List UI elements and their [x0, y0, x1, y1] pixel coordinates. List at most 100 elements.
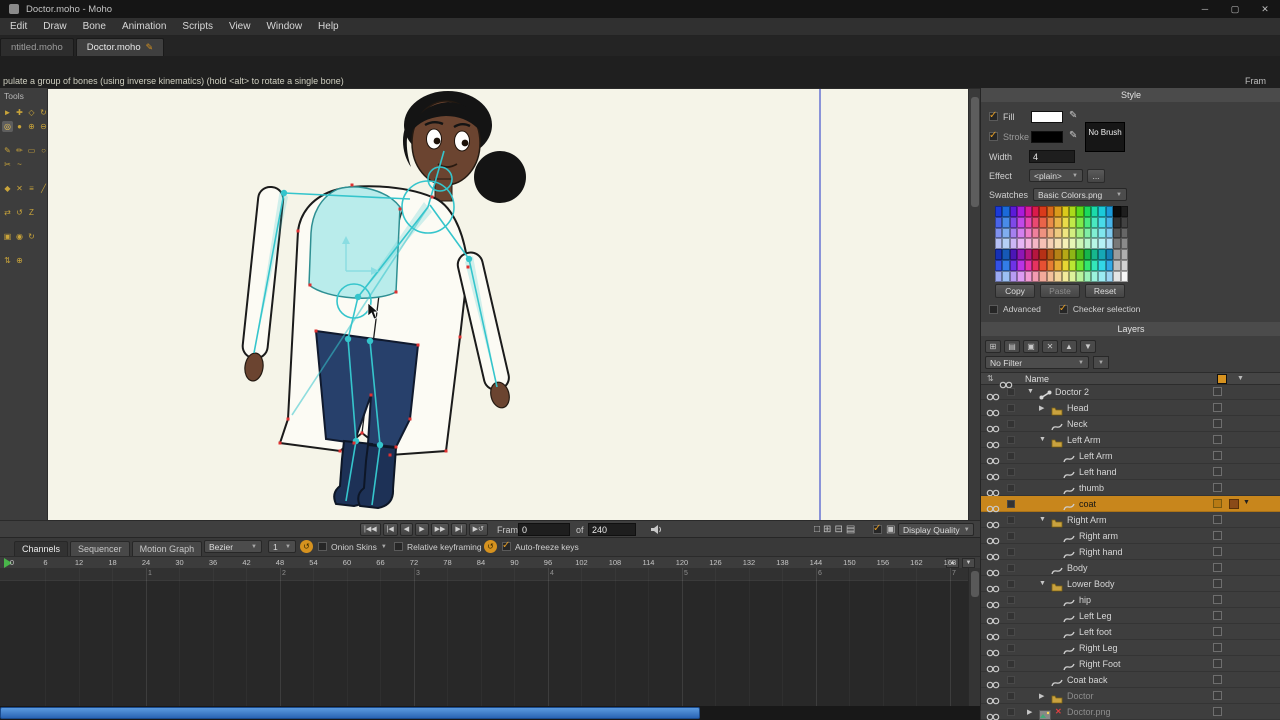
layer-channel-checkbox[interactable]: [1213, 707, 1222, 716]
draw-rectangle-tool[interactable]: ▭: [26, 145, 37, 156]
menu-bone[interactable]: Bone: [75, 18, 114, 36]
translate-bone-tool[interactable]: ✚: [14, 107, 25, 118]
scale-bone-tool[interactable]: ◇: [26, 107, 37, 118]
delete-shape-tool[interactable]: ✕: [14, 183, 25, 194]
current-frame-input[interactable]: [518, 523, 570, 536]
layer-extra-toggle[interactable]: [1007, 404, 1015, 412]
camera-view-icon[interactable]: ▣: [886, 523, 895, 536]
keyframing-mode-icon[interactable]: ↺: [484, 540, 497, 553]
select-bone-tool[interactable]: ►: [2, 107, 13, 118]
delete-edge-tool[interactable]: ✂: [2, 159, 13, 170]
layer-extra-toggle[interactable]: [1007, 692, 1015, 700]
layer-row[interactable]: Coat back: [981, 672, 1280, 689]
layer-row[interactable]: hip: [981, 592, 1280, 609]
roll-camera-tool[interactable]: ↻: [26, 231, 37, 242]
curvature-tool[interactable]: ~: [14, 159, 25, 170]
layer-row[interactable]: thumb: [981, 480, 1280, 497]
layer-extra-toggle[interactable]: [1007, 564, 1015, 572]
menu-window[interactable]: Window: [258, 18, 310, 36]
layer-expander[interactable]: ▶: [1027, 708, 1032, 716]
transform-layer-tool[interactable]: ⇄: [2, 207, 13, 218]
bone-strength-tool[interactable]: ●: [14, 121, 25, 132]
layer-channel-checkbox[interactable]: [1213, 691, 1222, 700]
layer-row[interactable]: ▼ Left Arm: [981, 432, 1280, 449]
menu-animation[interactable]: Animation: [114, 18, 174, 36]
minimize-button[interactable]: ─: [1190, 0, 1220, 18]
layer-row[interactable]: Left Leg: [981, 608, 1280, 625]
layer-row[interactable]: Right arm: [981, 528, 1280, 545]
onion-skins-control[interactable]: Onion Skins ▼: [318, 540, 387, 553]
layer-row[interactable]: ▶ Head: [981, 400, 1280, 417]
jump-start-button[interactable]: |◀◀: [360, 523, 381, 536]
menu-draw[interactable]: Draw: [35, 18, 74, 36]
zoom-workspace-tool[interactable]: ⊕: [14, 255, 25, 266]
layer-extra-toggle[interactable]: [1007, 628, 1015, 636]
layer-row[interactable]: Left foot: [981, 624, 1280, 641]
loop-button[interactable]: ▶↺: [468, 523, 488, 536]
timeline-horizontal-thumb[interactable]: [0, 707, 700, 719]
menu-view[interactable]: View: [221, 18, 259, 36]
end-frame-input[interactable]: [588, 523, 636, 536]
layer-extra-toggle[interactable]: [1007, 676, 1015, 684]
timeline-body[interactable]: 1 2 3 4 5 6 7: [0, 568, 980, 706]
timeline-ruler[interactable]: ▲ ▼ 0 6 12 18 24 30 36 42 48 54 60 66 72 78 84 90 96 102 1…: [0, 556, 980, 568]
view-mode-icon-3[interactable]: ⊟: [834, 523, 842, 536]
layer-channel-checkbox[interactable]: [1213, 499, 1222, 508]
layer-channel-checkbox[interactable]: [1213, 515, 1222, 524]
layer-channel-checkbox[interactable]: [1213, 531, 1222, 540]
layer-extra-toggle[interactable]: [1007, 484, 1015, 492]
layer-channel-checkbox[interactable]: [1213, 435, 1222, 444]
document-tab[interactable]: ntitled.moho: [0, 38, 74, 56]
layer-channel-checkbox[interactable]: [1213, 547, 1222, 556]
view-option-checkbox[interactable]: [873, 523, 882, 534]
layer-channel-checkbox[interactable]: [1213, 595, 1222, 604]
auto-freeze-control[interactable]: Auto-freeze keys: [502, 540, 579, 553]
layer-row[interactable]: ▼ Right Arm: [981, 512, 1280, 529]
paint-bucket-tool[interactable]: ◆: [2, 183, 13, 194]
fast-forward-button[interactable]: ▶▶: [430, 523, 450, 536]
layer-extra-toggle[interactable]: [1007, 612, 1015, 620]
step-forward-button[interactable]: ▶|: [451, 523, 467, 536]
layer-expander[interactable]: ▼: [1039, 436, 1046, 443]
layer-extra-toggle[interactable]: [1007, 500, 1015, 508]
layer-row[interactable]: Neck: [981, 416, 1280, 433]
pan-workspace-tool[interactable]: ⇅: [2, 255, 13, 266]
layer-channel-checkbox[interactable]: [1213, 627, 1222, 636]
add-bone-tool[interactable]: ⊕: [26, 121, 37, 132]
relative-keyframing-checkbox[interactable]: [394, 542, 403, 551]
layer-extra-toggle[interactable]: [1007, 660, 1015, 668]
layer-channel-checkbox[interactable]: [1213, 675, 1222, 684]
timeline-zoom-out-button[interactable]: ▼: [962, 558, 975, 568]
layer-expander[interactable]: ▶: [1039, 692, 1044, 700]
layer-extra-toggle[interactable]: [1007, 420, 1015, 428]
layer-row[interactable]: Right hand: [981, 544, 1280, 561]
document-tab[interactable]: Doctor.moho ✎: [75, 38, 165, 56]
layer-channel-checkbox[interactable]: [1213, 643, 1222, 652]
audio-icon[interactable]: [650, 524, 663, 535]
step-back-button[interactable]: |◀: [382, 523, 398, 536]
layer-channel-checkbox[interactable]: [1213, 467, 1222, 476]
view-mode-icon-2[interactable]: ⊞: [823, 523, 831, 536]
relative-keyframing-control[interactable]: Relative keyframing: [394, 540, 482, 553]
layer-expander[interactable]: ▶: [1039, 404, 1044, 412]
layer-channel-checkbox[interactable]: [1213, 419, 1222, 428]
layer-row[interactable]: Body: [981, 560, 1280, 577]
menu-edit[interactable]: Edit: [2, 18, 35, 36]
layer-extra-toggle[interactable]: [1007, 644, 1015, 652]
layer-extra-toggle[interactable]: [1007, 596, 1015, 604]
interpolation-dropdown[interactable]: Bezier: [204, 540, 262, 553]
cycle-toggle-icon[interactable]: ↺: [300, 540, 313, 553]
timeline-scroll-thumb[interactable]: [971, 571, 979, 597]
layer-channel-checkbox[interactable]: [1213, 483, 1222, 492]
layer-extra-toggle[interactable]: [1007, 516, 1015, 524]
draw-blob-tool[interactable]: ✏: [14, 145, 25, 156]
layer-extra-toggle[interactable]: [1007, 532, 1015, 540]
track-camera-tool[interactable]: ▣: [2, 231, 13, 242]
layer-extra-toggle[interactable]: [1007, 452, 1015, 460]
layer-channel-checkbox[interactable]: [1213, 611, 1222, 620]
manipulate-bones-tool[interactable]: ◎: [2, 121, 13, 132]
layer-row[interactable]: ▶ ✕ Doctor.png: [981, 704, 1280, 720]
layer-channel-checkbox[interactable]: [1213, 563, 1222, 572]
layer-row[interactable]: ▶ Doctor: [981, 688, 1280, 705]
timeline-tab-sequencer[interactable]: Sequencer: [70, 541, 130, 556]
